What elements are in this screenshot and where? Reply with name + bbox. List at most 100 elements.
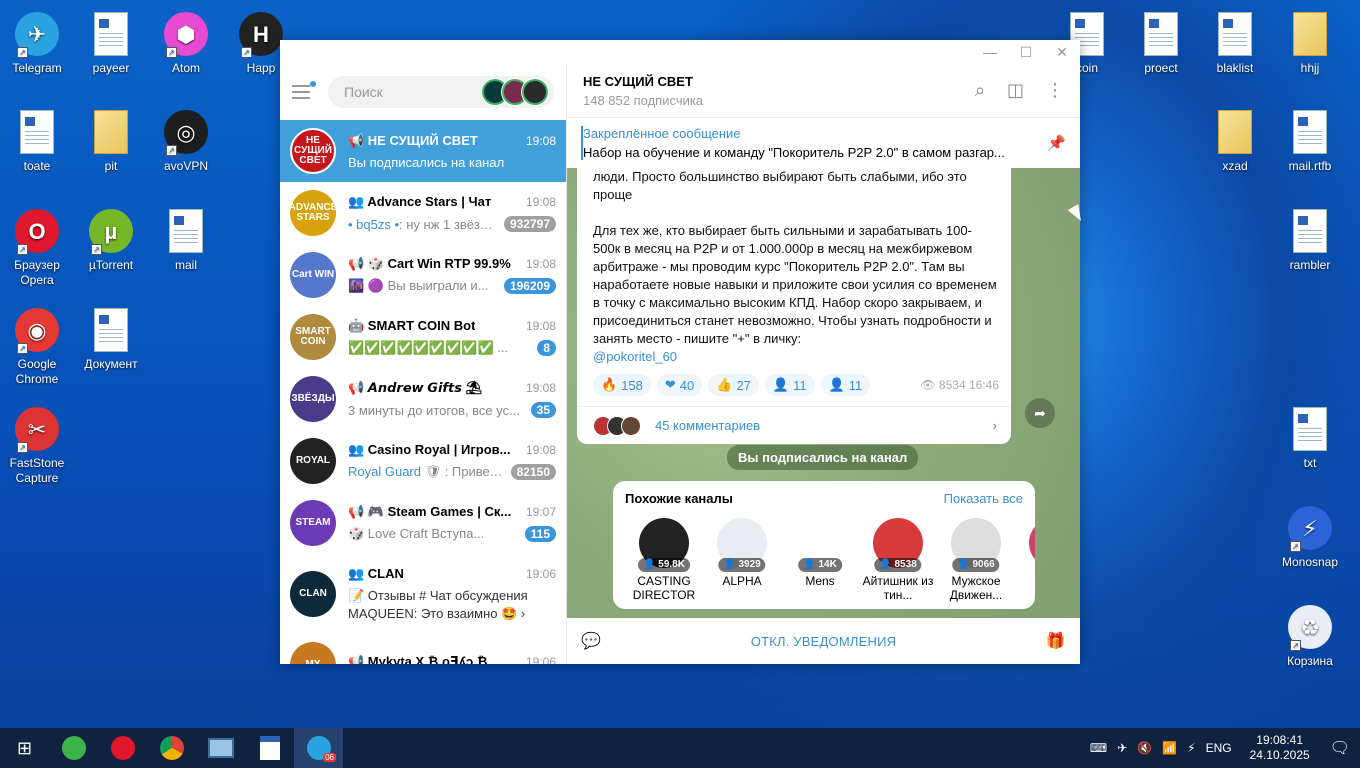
chat-item[interactable]: SMART COIN 🤖 SMART COIN Bot 19:08 ✅✅✅✅✅✅✅✅✅…	[280, 306, 566, 368]
post-paragraph: Для тех же, кто выбирает быть сильными и…	[593, 223, 997, 346]
desktop-icon-label: mail	[174, 258, 197, 272]
desktop-icon[interactable]: ⬢ ↗ Atom	[149, 10, 223, 76]
start-button[interactable]: ⊞	[0, 728, 49, 768]
desktop-icon[interactable]: txt	[1273, 405, 1347, 471]
reaction-chip[interactable]: 👤 11	[764, 374, 815, 396]
desktop-icon[interactable]: mail	[149, 207, 223, 273]
channel-header-info[interactable]: НЕ СУЩИЙ СВЕТ 148 852 подписчика	[583, 74, 703, 108]
similar-channel[interactable]: 👤 14K Mens	[781, 518, 859, 602]
close-button[interactable]: ✕	[1044, 44, 1080, 61]
reaction-chip[interactable]: 👍 27	[708, 374, 759, 396]
taskbar-opera[interactable]	[98, 728, 147, 768]
telegram-window: — ☐ ✕ Поиск НЕ СУЩИЙ СВЕТ 📢 НЕ СУЩИЙ СВЕТ…	[280, 40, 1080, 664]
desktop-icon[interactable]: xzad	[1198, 108, 1272, 174]
post-link[interactable]: @pokoritel_60	[593, 348, 999, 366]
clock[interactable]: 19:08:41 24.10.2025	[1250, 733, 1310, 763]
minimize-button[interactable]: —	[972, 44, 1008, 60]
chat-item[interactable]: ADVANCE STARS 👥 Advance Stars | Чат 19:08 •…	[280, 182, 566, 244]
desktop-icon-label: proect	[1144, 61, 1178, 75]
desktop-icon-label: Monosnap	[1281, 555, 1339, 569]
chat-last-message: 🎲 Love Craft Вступа...	[348, 526, 485, 541]
taskbar-chrome[interactable]	[147, 728, 196, 768]
taskbar-wordpad[interactable]	[245, 728, 294, 768]
chat-item[interactable]: Cart WIN 📢 🎲 Cart Win RTP 99.9% 19:08 🌆 🟣 В…	[280, 244, 566, 306]
telegram-tray-icon[interactable]: ✈	[1117, 741, 1127, 755]
story-avatar[interactable]	[522, 79, 548, 105]
chat-item[interactable]: STEAM 📢 🎮 Steam Games | Ск... 19:07 🎲 Love …	[280, 492, 566, 554]
similar-channel[interactable]: 👤 59.8K CASTING DIRECTOR	[625, 518, 703, 602]
similar-channel[interactable]: Анд...	[1015, 518, 1035, 602]
chat-item[interactable]: MX 📢 Mykyta X ₿ oꟻʎɔ ₿ 19:06	[280, 634, 566, 664]
desktop-icon-label: Google Chrome	[15, 357, 59, 386]
pinned-text: Набор на обучение и команду "Покоритель …	[583, 145, 1005, 160]
forward-icon[interactable]: ➦	[1025, 398, 1055, 428]
unread-badge: 35	[530, 402, 556, 418]
search-input[interactable]: Поиск	[328, 76, 554, 108]
maximize-button[interactable]: ☐	[1008, 44, 1044, 61]
chat-time: 19:08	[525, 319, 556, 333]
chat-time: 19:08	[525, 443, 556, 457]
desktop-icon-label: payeer	[92, 61, 130, 75]
sidebar-toggle-icon[interactable]: ◫	[1007, 80, 1024, 101]
gift-icon[interactable]: 🎁	[1046, 631, 1066, 651]
discussion-icon[interactable]: 💬	[581, 631, 601, 651]
reaction-chip[interactable]: 🔥 158	[593, 374, 651, 396]
desktop-icon[interactable]: blaklist	[1198, 10, 1272, 76]
taskbar-telegram[interactable]: 06	[294, 728, 343, 768]
chat-name: 📢 🎮 Steam Games | Ск...	[348, 504, 512, 519]
chat-time: 19:06	[525, 567, 556, 581]
desktop-icon[interactable]: ⚡ ↗ Monosnap	[1273, 504, 1347, 570]
hamburger-menu-icon[interactable]	[292, 81, 316, 99]
reaction-chip[interactable]: ❤ 40	[656, 374, 703, 396]
comments-button[interactable]: 45 комментариев ›	[577, 406, 1011, 444]
chat-last-message: 📝 Отзывы # Чат обсуждения	[348, 588, 528, 603]
volume-muted-icon[interactable]: 🔇	[1137, 741, 1152, 755]
network-icon[interactable]: 📶	[1162, 741, 1177, 755]
notifications-icon[interactable]: 🗨	[1330, 738, 1350, 758]
reaction-count: 158	[621, 377, 643, 393]
language-indicator[interactable]: ENG	[1206, 741, 1232, 755]
desktop-icon[interactable]: ◉ ↗ Google Chrome	[0, 306, 74, 387]
subscriber-count: 148 852 подписчика	[583, 92, 704, 108]
desktop-icon[interactable]: toate	[0, 108, 74, 174]
chat-name: 📢 🎲 Cart Win RTP 99.9%	[348, 256, 511, 271]
desktop-icon[interactable]: rambler	[1273, 207, 1347, 273]
more-options-icon[interactable]: ⋮	[1046, 80, 1064, 101]
stories-avatars[interactable]	[482, 79, 548, 105]
reaction-chip[interactable]: 👤 11	[820, 374, 871, 396]
folder-icon	[1211, 108, 1259, 156]
desktop-icon[interactable]: Документ	[74, 306, 148, 372]
similar-channel[interactable]: 👤 3929 ALPHA	[703, 518, 781, 602]
taskbar-explorer[interactable]	[196, 728, 245, 768]
chat-item[interactable]: ЗВЁЗДЫ 📢 𝘼𝙣𝙙𝙧𝙚𝙬 𝙂𝙞𝙛𝙩𝙨 ⛱ 19:08 3 минуты до и…	[280, 368, 566, 430]
app-icon: ⬢ ↗	[162, 10, 210, 58]
desktop-icon[interactable]: ✈ ↗ Telegram	[0, 10, 74, 76]
chat-item[interactable]: CLAN 👥 CLAN 19:06 📝 Отзывы # Чат обсуждения…	[280, 554, 566, 634]
show-all-link[interactable]: Показать все	[944, 491, 1023, 506]
desktop-icon[interactable]: ◎ ↗ avoVPN	[149, 108, 223, 174]
desktop-icon[interactable]: O ↗ Браузер Opera	[0, 207, 74, 288]
power-icon[interactable]: ⚡	[1187, 741, 1195, 755]
similar-channel[interactable]: 👤 9066 Мужское Движен...	[937, 518, 1015, 602]
search-icon[interactable]: ⌕	[975, 80, 985, 101]
desktop-icon[interactable]: pit	[74, 108, 148, 174]
desktop-icon[interactable]: ♻ ↗ Корзина	[1273, 603, 1347, 669]
unread-badge: 82150	[510, 464, 556, 480]
similar-channel[interactable]: 👤 8538 Айтишник из тин...	[859, 518, 937, 602]
desktop-icon[interactable]: ✂ ↗ FastStone Capture	[0, 405, 74, 486]
pinned-message-bar[interactable]: Закреплённое сообщение Набор на обучение…	[567, 118, 1080, 168]
desktop-icon[interactable]: hhjj	[1273, 10, 1347, 76]
chat-item[interactable]: ROYAL 👥 Casino Royal | Игров... 19:08 Royal…	[280, 430, 566, 492]
chat-time: 19:07	[525, 505, 556, 519]
desktop-icon[interactable]: proect	[1124, 10, 1198, 76]
pinned-list-icon[interactable]: 📌	[1047, 134, 1066, 152]
taskbar-ie[interactable]	[49, 728, 98, 768]
chat-item[interactable]: НЕ СУЩИЙ СВЕТ 📢 НЕ СУЩИЙ СВЕТ 19:08 Вы подп…	[280, 120, 566, 182]
notification-dot	[310, 81, 316, 87]
desktop-icon[interactable]: µ ↗ µTorrent	[74, 207, 148, 273]
mute-notifications-button[interactable]: ОТКЛ. УВЕДОМЛЕНИЯ	[751, 634, 896, 649]
desktop-icon[interactable]: payeer	[74, 10, 148, 76]
input-method-icon[interactable]: ⌨	[1090, 741, 1107, 755]
desktop-icon[interactable]: mail.rtfb	[1273, 108, 1347, 174]
chat-time: 19:08	[525, 133, 556, 148]
